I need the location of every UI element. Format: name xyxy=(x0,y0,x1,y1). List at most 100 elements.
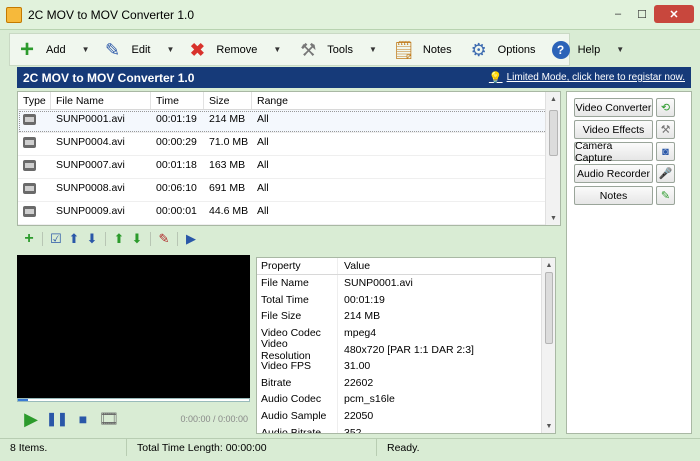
property-row: Audio Codec pcm_s16le xyxy=(257,391,555,408)
time-cell: 00:00:01 xyxy=(156,205,197,217)
scrollbar-thumb[interactable] xyxy=(545,272,553,344)
file-name-cell: SUNP0008.avi xyxy=(56,182,125,194)
property-value: 480x720 [PAR 1:1 DAR 2:3] xyxy=(344,343,474,356)
help-dropdown-icon[interactable]: ▼ xyxy=(616,45,624,54)
video-converter-button[interactable]: Video Converter xyxy=(574,98,653,117)
status-bar: 8 Items. Total Time Length: 00:00:00 Rea… xyxy=(0,438,700,456)
property-value: 22602 xyxy=(344,376,374,389)
player-time: 0:00:00 / 0:00:00 xyxy=(180,414,248,424)
properties-scrollbar[interactable]: ▲ ▼ xyxy=(541,258,555,433)
move-up-icon[interactable]: ⬆ xyxy=(65,230,83,248)
scroll-down-icon[interactable]: ▼ xyxy=(546,211,560,225)
pause-icon[interactable]: ❚❚ xyxy=(46,410,68,428)
edit-label: Edit xyxy=(131,43,151,56)
gear-icon: ⚙ xyxy=(470,39,487,60)
wand-icon[interactable]: ⚒ xyxy=(656,120,675,139)
side-item-camera-capture: Camera Capture ◙ xyxy=(574,140,675,164)
snapshot-icon[interactable]: 🎞 xyxy=(99,410,119,428)
camera-capture-button[interactable]: Camera Capture xyxy=(574,140,653,164)
register-link[interactable]: 💡 Limited Mode, click here to registar n… xyxy=(489,71,685,84)
audio-recorder-button[interactable]: Audio Recorder xyxy=(574,164,653,183)
tools-label: Tools xyxy=(327,43,353,56)
remove-label: Remove xyxy=(216,43,258,56)
scrollbar-thumb[interactable] xyxy=(549,110,558,156)
convert-icon[interactable]: ⟲ xyxy=(656,98,675,117)
notes-side-button[interactable]: Notes xyxy=(574,186,653,205)
separator xyxy=(177,232,178,246)
properties-panel: Property Value File Name SUNP0001.avi Tot… xyxy=(256,257,556,434)
remove-dropdown-icon[interactable]: ▼ xyxy=(273,45,281,54)
column-size[interactable]: Size xyxy=(204,92,252,109)
play-file-icon[interactable]: ▶ xyxy=(182,230,200,248)
property-key: Video Resolution xyxy=(257,338,338,362)
notes-button[interactable]: 🗒 Notes xyxy=(387,36,458,64)
table-row[interactable]: SUNP0007.avi 00:01:18 163 MB All xyxy=(18,156,560,179)
property-key: Total Time xyxy=(257,291,338,309)
property-row: File Name SUNP0001.avi xyxy=(257,275,555,292)
seek-bar[interactable] xyxy=(17,398,250,402)
file-name-cell: SUNP0007.avi xyxy=(56,159,125,171)
property-value: 352 xyxy=(344,426,362,434)
edit-button[interactable]: ✎ Edit ▼ xyxy=(96,36,181,64)
edit-dropdown-icon[interactable]: ▼ xyxy=(166,45,174,54)
notes-icon: 🗒 xyxy=(392,39,416,60)
column-time[interactable]: Time xyxy=(151,92,204,109)
video-preview xyxy=(17,255,250,398)
tools-dropdown-icon[interactable]: ▼ xyxy=(369,45,377,54)
file-list-header: Type File Name Time Size Range xyxy=(18,92,560,110)
status-ready: Ready. xyxy=(387,441,420,454)
play-icon[interactable]: ▶ xyxy=(22,409,40,429)
size-cell: 691 MB xyxy=(209,182,246,194)
microphone-icon[interactable]: 🎤 xyxy=(656,164,675,183)
add-file-icon[interactable]: + xyxy=(20,230,38,248)
add-button[interactable]: + Add ▼ xyxy=(10,36,96,64)
property-row: Bitrate 22602 xyxy=(257,374,555,392)
notes-icon[interactable]: ✎ xyxy=(656,186,675,205)
range-cell: All xyxy=(257,136,269,148)
property-key: Video FPS xyxy=(257,357,338,375)
time-cell: 00:00:29 xyxy=(156,136,197,148)
help-button[interactable]: ? Help ▼ xyxy=(546,36,631,64)
property-row: Video FPS 31.00 xyxy=(257,357,555,375)
move-bottom-icon[interactable]: ⬇ xyxy=(128,230,146,248)
range-cell: All xyxy=(257,159,269,171)
size-cell: 44.6 MB xyxy=(209,205,249,217)
wand-icon: ⚒ xyxy=(300,39,317,60)
size-cell: 71.0 MB xyxy=(209,136,249,148)
help-icon: ? xyxy=(551,40,570,59)
properties-header: Property Value xyxy=(257,258,555,275)
app-icon xyxy=(6,6,22,23)
table-row[interactable]: SUNP0008.avi 00:06:10 691 MB All xyxy=(18,179,560,202)
scroll-up-icon[interactable]: ▲ xyxy=(542,258,555,272)
scroll-down-icon[interactable]: ▼ xyxy=(542,419,555,433)
table-row[interactable]: SUNP0001.avi 00:01:19 214 MB All xyxy=(18,110,560,133)
file-list-scrollbar[interactable]: ▲ ▼ xyxy=(545,92,560,225)
video-file-icon xyxy=(23,114,36,125)
remove-button[interactable]: ✖ Remove ▼ xyxy=(180,36,287,64)
scroll-up-icon[interactable]: ▲ xyxy=(546,92,560,106)
minimize-button[interactable]: – xyxy=(606,5,630,23)
video-effects-button[interactable]: Video Effects xyxy=(574,120,653,139)
column-range[interactable]: Range xyxy=(252,92,546,109)
file-name-cell: SUNP0001.avi xyxy=(56,113,125,125)
table-row[interactable]: SUNP0004.avi 00:00:29 71.0 MB All xyxy=(18,133,560,156)
property-value: mpeg4 xyxy=(344,327,377,340)
move-down-icon[interactable]: ⬇ xyxy=(83,230,101,248)
tools-button[interactable]: ⚒ Tools ▼ xyxy=(291,36,383,64)
register-link-text[interactable]: Limited Mode, click here to registar now… xyxy=(507,72,685,83)
column-type[interactable]: Type xyxy=(18,92,51,109)
options-button[interactable]: ⚙ Options xyxy=(462,36,542,64)
add-dropdown-icon[interactable]: ▼ xyxy=(82,45,90,54)
move-top-icon[interactable]: ⬆ xyxy=(110,230,128,248)
check-icon[interactable]: ☑ xyxy=(47,230,65,248)
table-row[interactable]: SUNP0009.avi 00:00:01 44.6 MB All xyxy=(18,202,560,225)
stop-icon[interactable]: ■ xyxy=(74,410,92,428)
time-cell: 00:06:10 xyxy=(156,182,197,194)
add-label: Add xyxy=(46,43,66,56)
video-file-icon xyxy=(23,183,36,194)
column-file-name[interactable]: File Name xyxy=(51,92,151,109)
maximize-button[interactable]: ☐ xyxy=(630,5,654,23)
camera-icon[interactable]: ◙ xyxy=(656,142,675,161)
close-button[interactable]: ✕ xyxy=(654,5,694,23)
edit-file-icon[interactable]: ✎ xyxy=(155,230,173,248)
